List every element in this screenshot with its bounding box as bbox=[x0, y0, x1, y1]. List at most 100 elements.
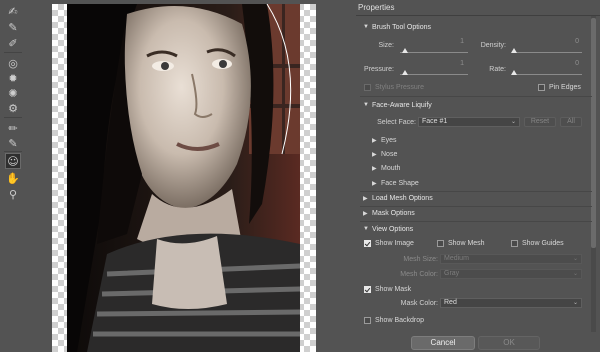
tool-separator bbox=[4, 151, 22, 152]
panel-title: Properties bbox=[358, 3, 395, 12]
mask-color-dropdown[interactable]: Red ⌄ bbox=[440, 298, 582, 308]
mesh-size-value: Medium bbox=[444, 255, 469, 262]
face-item-label: Face Shape bbox=[381, 179, 419, 187]
select-face-value: Face #1 bbox=[422, 118, 448, 125]
chevron-down-icon: ▼ bbox=[363, 102, 369, 108]
cancel-button[interactable]: Cancel bbox=[411, 336, 475, 350]
size-value[interactable]: 1 bbox=[440, 38, 464, 45]
pressure-value[interactable]: 1 bbox=[440, 60, 464, 67]
tool-separator bbox=[4, 117, 22, 118]
zoom-icon[interactable]: ⚲ bbox=[5, 186, 21, 202]
face-item-mouth[interactable]: ▶ Mouth bbox=[372, 163, 400, 173]
portrait-image bbox=[67, 4, 300, 352]
pressure-slider-thumb[interactable] bbox=[402, 70, 408, 75]
select-face-label: Select Face: bbox=[377, 119, 416, 126]
chevron-right-icon: ▶ bbox=[372, 151, 377, 158]
mesh-size-dropdown[interactable]: Medium ⌄ bbox=[440, 254, 582, 264]
reconstruct-icon[interactable]: ✎ bbox=[5, 19, 21, 35]
chevron-right-icon: ▶ bbox=[372, 180, 377, 187]
show-image-checkbox[interactable] bbox=[364, 240, 371, 247]
show-image-label: Show Image bbox=[375, 240, 414, 247]
forward-warp-icon[interactable]: ✍ bbox=[5, 3, 21, 19]
mesh-color-dropdown[interactable]: Gray ⌄ bbox=[440, 269, 582, 279]
face-item-eyes[interactable]: ▶ Eyes bbox=[372, 135, 397, 145]
mesh-color-value: Gray bbox=[444, 270, 460, 277]
face-item-label: Nose bbox=[381, 150, 398, 158]
tool-separator bbox=[4, 52, 22, 53]
density-label: Density: bbox=[480, 42, 506, 49]
chevron-down-icon: ⌄ bbox=[572, 256, 578, 262]
chevron-down-icon: ⌄ bbox=[572, 271, 578, 277]
section-header-label: Brush Tool Options bbox=[372, 23, 432, 31]
smooth-icon[interactable]: ✐ bbox=[5, 35, 21, 51]
face-item-label: Eyes bbox=[381, 136, 397, 144]
pressure-slider-track[interactable] bbox=[400, 74, 468, 75]
show-mask-label: Show Mask bbox=[375, 286, 412, 293]
density-slider-thumb[interactable] bbox=[511, 48, 517, 53]
section-face-aware-liquify[interactable]: ▼ Face-Aware Liquify bbox=[363, 100, 432, 110]
pucker-icon[interactable]: ✹ bbox=[5, 70, 21, 86]
twirl-icon[interactable]: ◎ bbox=[5, 55, 21, 71]
thaw-mask-icon[interactable]: ✎ bbox=[5, 135, 21, 151]
stylus-pressure-checkbox[interactable] bbox=[364, 84, 371, 91]
pressure-label: Pressure: bbox=[364, 66, 394, 73]
chevron-right-icon: ▶ bbox=[372, 165, 377, 172]
portrait-photo[interactable] bbox=[67, 4, 300, 352]
chevron-down-icon: ▼ bbox=[363, 226, 369, 232]
show-backdrop-checkbox[interactable] bbox=[364, 317, 371, 324]
reset-button[interactable]: Reset bbox=[524, 117, 556, 127]
rate-value[interactable]: 0 bbox=[555, 60, 579, 67]
face-item-label: Mouth bbox=[381, 164, 401, 172]
rate-label: Rate: bbox=[489, 66, 506, 73]
size-label: Size: bbox=[378, 42, 394, 49]
show-mask-checkbox[interactable] bbox=[364, 286, 371, 293]
properties-panel: Properties ▼ Brush Tool Options Size: 1 … bbox=[356, 0, 600, 352]
face-item-face-shape[interactable]: ▶ Face Shape bbox=[372, 178, 419, 188]
density-value[interactable]: 0 bbox=[555, 38, 579, 45]
canvas-gutter bbox=[316, 0, 354, 352]
size-slider-track[interactable] bbox=[400, 52, 468, 53]
freeze-mask-icon[interactable]: ✏ bbox=[5, 120, 21, 136]
section-brush-tool-options[interactable]: ▼ Brush Tool Options bbox=[363, 22, 431, 32]
face-tool-icon[interactable]: ☺ bbox=[5, 153, 21, 169]
density-slider-track[interactable] bbox=[512, 52, 582, 53]
all-button[interactable]: All bbox=[560, 117, 582, 127]
rate-slider-track[interactable] bbox=[512, 74, 582, 75]
stylus-pressure-label: Stylus Pressure bbox=[375, 84, 425, 91]
rate-slider-thumb[interactable] bbox=[511, 70, 517, 75]
chevron-down-icon: ⌄ bbox=[572, 300, 578, 306]
size-slider-thumb[interactable] bbox=[402, 48, 408, 53]
mask-color-value: Red bbox=[444, 299, 457, 306]
push-left-icon[interactable]: ⚙ bbox=[5, 100, 21, 116]
pin-edges-checkbox[interactable] bbox=[538, 84, 545, 91]
chevron-right-icon: ▶ bbox=[363, 210, 368, 217]
section-header-label: View Options bbox=[372, 225, 414, 233]
hand-icon[interactable]: ✋ bbox=[5, 170, 21, 186]
divider bbox=[356, 15, 600, 16]
select-face-dropdown[interactable]: Face #1 ⌄ bbox=[418, 117, 520, 127]
section-header-label: Load Mesh Options bbox=[372, 194, 433, 202]
chevron-right-icon: ▶ bbox=[363, 195, 368, 202]
face-item-nose[interactable]: ▶ Nose bbox=[372, 149, 397, 159]
divider bbox=[360, 221, 592, 222]
divider bbox=[360, 206, 592, 207]
section-mask-options[interactable]: ▶ Mask Options bbox=[363, 208, 415, 218]
bloat-icon[interactable]: ✺ bbox=[5, 85, 21, 101]
ok-button[interactable]: OK bbox=[478, 336, 540, 350]
section-header-label: Face-Aware Liquify bbox=[372, 101, 432, 109]
pin-edges-label: Pin Edges bbox=[549, 84, 581, 91]
panel-scrollbar[interactable] bbox=[591, 16, 596, 332]
canvas-area[interactable] bbox=[52, 4, 316, 352]
section-load-mesh-options[interactable]: ▶ Load Mesh Options bbox=[363, 193, 433, 203]
divider bbox=[360, 96, 592, 97]
divider bbox=[360, 191, 592, 192]
mesh-size-label: Mesh Size: bbox=[403, 256, 438, 263]
show-guides-label: Show Guides bbox=[522, 240, 564, 247]
chevron-down-icon: ▼ bbox=[363, 24, 369, 30]
show-backdrop-label: Show Backdrop bbox=[375, 317, 425, 324]
section-view-options[interactable]: ▼ View Options bbox=[363, 224, 413, 234]
show-mesh-checkbox[interactable] bbox=[437, 240, 444, 247]
show-guides-checkbox[interactable] bbox=[511, 240, 518, 247]
mask-color-label: Mask Color: bbox=[400, 300, 438, 307]
scrollbar-thumb[interactable] bbox=[591, 18, 596, 248]
